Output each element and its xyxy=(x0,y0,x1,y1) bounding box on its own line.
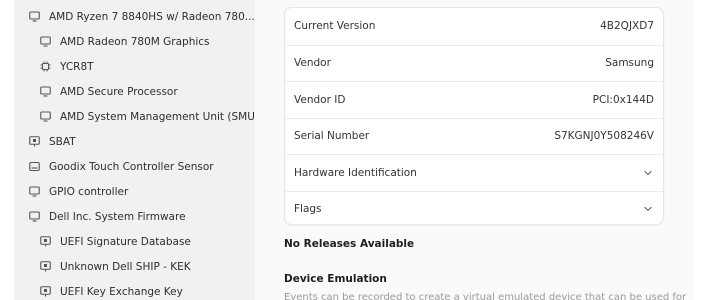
sidebar-item-goodix-touch[interactable]: Goodix Touch Controller Sensor xyxy=(14,154,255,179)
flags-expander[interactable]: Flags xyxy=(285,190,663,225)
sidebar-item-dell-ship-kek[interactable]: Unknown Dell SHIP - KEK xyxy=(14,254,255,279)
sidebar-item-amd-smu[interactable]: AMD System Management Unit (SMU) xyxy=(14,104,255,129)
property-label: Vendor xyxy=(294,57,331,70)
firmware-icon xyxy=(39,261,51,273)
firmware-icon xyxy=(39,286,51,298)
chip-icon xyxy=(39,61,51,73)
chevron-down-icon xyxy=(642,167,654,179)
sidebar-item-gpio-controller[interactable]: GPIO controller xyxy=(14,179,255,204)
expander-label: Flags xyxy=(294,203,322,216)
sidebar-item-label: UEFI Key Exchange Key xyxy=(60,285,183,298)
sidebar-item-radeon-graphics[interactable]: AMD Radeon 780M Graphics xyxy=(14,29,255,54)
property-label: Current Version xyxy=(294,20,376,33)
sidebar-item-ycr8t[interactable]: YCR8T xyxy=(14,54,255,79)
device-details-pane: Current Version 4B2QJXD7 Vendor Samsung … xyxy=(255,0,693,300)
sidebar-item-amd-ryzen[interactable]: AMD Ryzen 7 8840HS w/ Radeon 780... xyxy=(14,4,255,29)
sidebar-item-dell-system-firmware[interactable]: Dell Inc. System Firmware xyxy=(14,204,255,229)
firmware-icon xyxy=(28,136,40,148)
sidebar-item-label: SBAT xyxy=(49,135,76,148)
expander-label: Hardware Identification xyxy=(294,166,417,179)
property-row-serial-number: Serial Number S7KGNJ0Y508246V xyxy=(285,117,663,155)
sidebar-item-label: AMD Ryzen 7 8840HS w/ Radeon 780... xyxy=(49,10,255,23)
property-label: Vendor ID xyxy=(294,93,346,106)
sidebar-item-uefi-signature-db[interactable]: UEFI Signature Database xyxy=(14,229,255,254)
monitor-icon xyxy=(28,186,40,198)
property-value: PCI:0x144D xyxy=(592,93,654,106)
monitor-icon xyxy=(39,86,51,98)
sidebar-item-label: AMD Radeon 780M Graphics xyxy=(60,35,210,48)
firmware-icon xyxy=(39,236,51,248)
property-row-vendor-id: Vendor ID PCI:0x144D xyxy=(285,81,663,118)
monitor-icon xyxy=(28,11,40,23)
property-value: Samsung xyxy=(605,57,654,70)
window-edge-right xyxy=(693,0,710,300)
sidebar-item-uefi-kek[interactable]: UEFI Key Exchange Key xyxy=(14,279,255,300)
sidebar-item-label: Unknown Dell SHIP - KEK xyxy=(60,260,191,273)
sidebar-item-amd-secure-processor[interactable]: AMD Secure Processor xyxy=(14,79,255,104)
property-row-current-version: Current Version 4B2QJXD7 xyxy=(285,8,663,45)
window-edge-left xyxy=(0,0,14,300)
sidebar-item-sbat[interactable]: SBAT xyxy=(14,129,255,154)
property-label: Serial Number xyxy=(294,130,370,143)
sidebar-item-label: Dell Inc. System Firmware xyxy=(49,210,186,223)
sidebar-item-label: AMD System Management Unit (SMU) xyxy=(60,110,255,123)
monitor-icon xyxy=(39,111,51,123)
device-sidebar: AMD Ryzen 7 8840HS w/ Radeon 780... AMD … xyxy=(14,0,255,300)
property-row-vendor: Vendor Samsung xyxy=(285,44,663,82)
touch-sensor-icon xyxy=(28,161,40,173)
sidebar-item-label: YCR8T xyxy=(60,60,94,73)
sidebar-item-label: AMD Secure Processor xyxy=(60,85,178,98)
sidebar-item-label: GPIO controller xyxy=(49,185,129,198)
monitor-icon xyxy=(39,36,51,48)
sidebar-item-label: UEFI Signature Database xyxy=(60,235,191,248)
monitor-icon xyxy=(28,211,40,223)
property-value: S7KGNJ0Y508246V xyxy=(554,130,654,143)
releases-heading: No Releases Available xyxy=(284,238,415,250)
chevron-down-icon xyxy=(642,203,654,215)
property-value: 4B2QJXD7 xyxy=(600,20,654,33)
hardware-identification-expander[interactable]: Hardware Identification xyxy=(285,154,663,191)
device-emulation-description: Events can be recorded to create a virtu… xyxy=(284,292,687,300)
sidebar-item-label: Goodix Touch Controller Sensor xyxy=(49,160,214,173)
device-emulation-heading: Device Emulation xyxy=(284,273,387,285)
device-properties-card: Current Version 4B2QJXD7 Vendor Samsung … xyxy=(284,7,664,225)
